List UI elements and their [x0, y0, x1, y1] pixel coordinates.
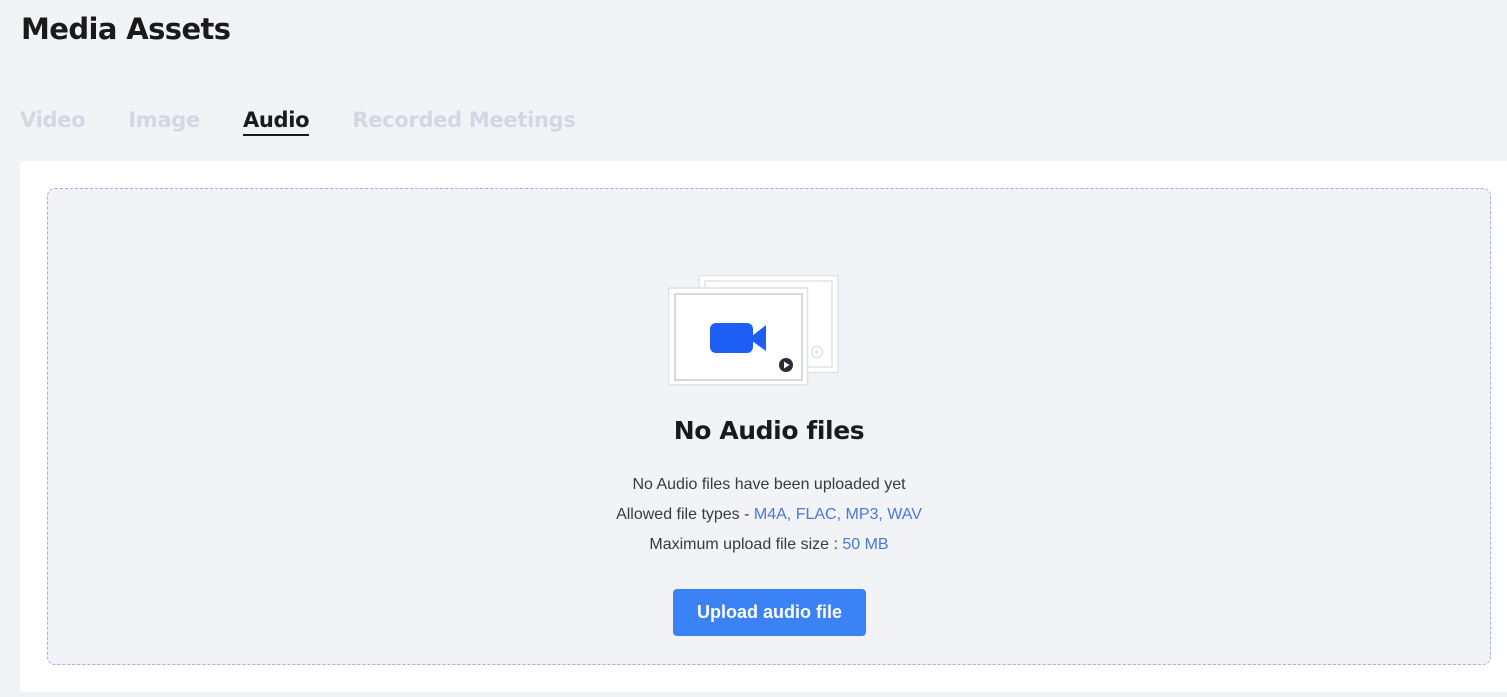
video-camera-icon	[668, 275, 839, 386]
empty-state-message: No Audio files have been uploaded yet	[632, 476, 906, 493]
tab-recorded-meetings[interactable]: Recorded Meetings	[352, 108, 576, 136]
upload-dropzone[interactable]: No Audio files No Audio files have been …	[47, 188, 1491, 665]
tab-image[interactable]: Image	[128, 108, 200, 136]
page-title: Media Assets	[21, 12, 231, 46]
max-upload-size: Maximum upload file size : 50 MB	[48, 536, 1490, 554]
allowed-file-types-label: Allowed file types -	[616, 506, 754, 523]
media-type-tabs: Video Image Audio Recorded Meetings	[20, 108, 576, 136]
upload-audio-button[interactable]: Upload audio file	[673, 589, 866, 636]
max-upload-size-label: Maximum upload file size :	[649, 536, 843, 553]
max-upload-size-value: 50 MB	[842, 536, 889, 553]
empty-state-title: No Audio files	[673, 416, 865, 445]
allowed-file-types: Allowed file types - M4A, FLAC, MP3, WAV	[48, 506, 1490, 524]
content-panel: No Audio files No Audio files have been …	[20, 161, 1507, 692]
tab-video[interactable]: Video	[20, 108, 86, 136]
allowed-file-types-value: M4A, FLAC, MP3, WAV	[753, 506, 922, 523]
tab-audio[interactable]: Audio	[242, 108, 310, 136]
